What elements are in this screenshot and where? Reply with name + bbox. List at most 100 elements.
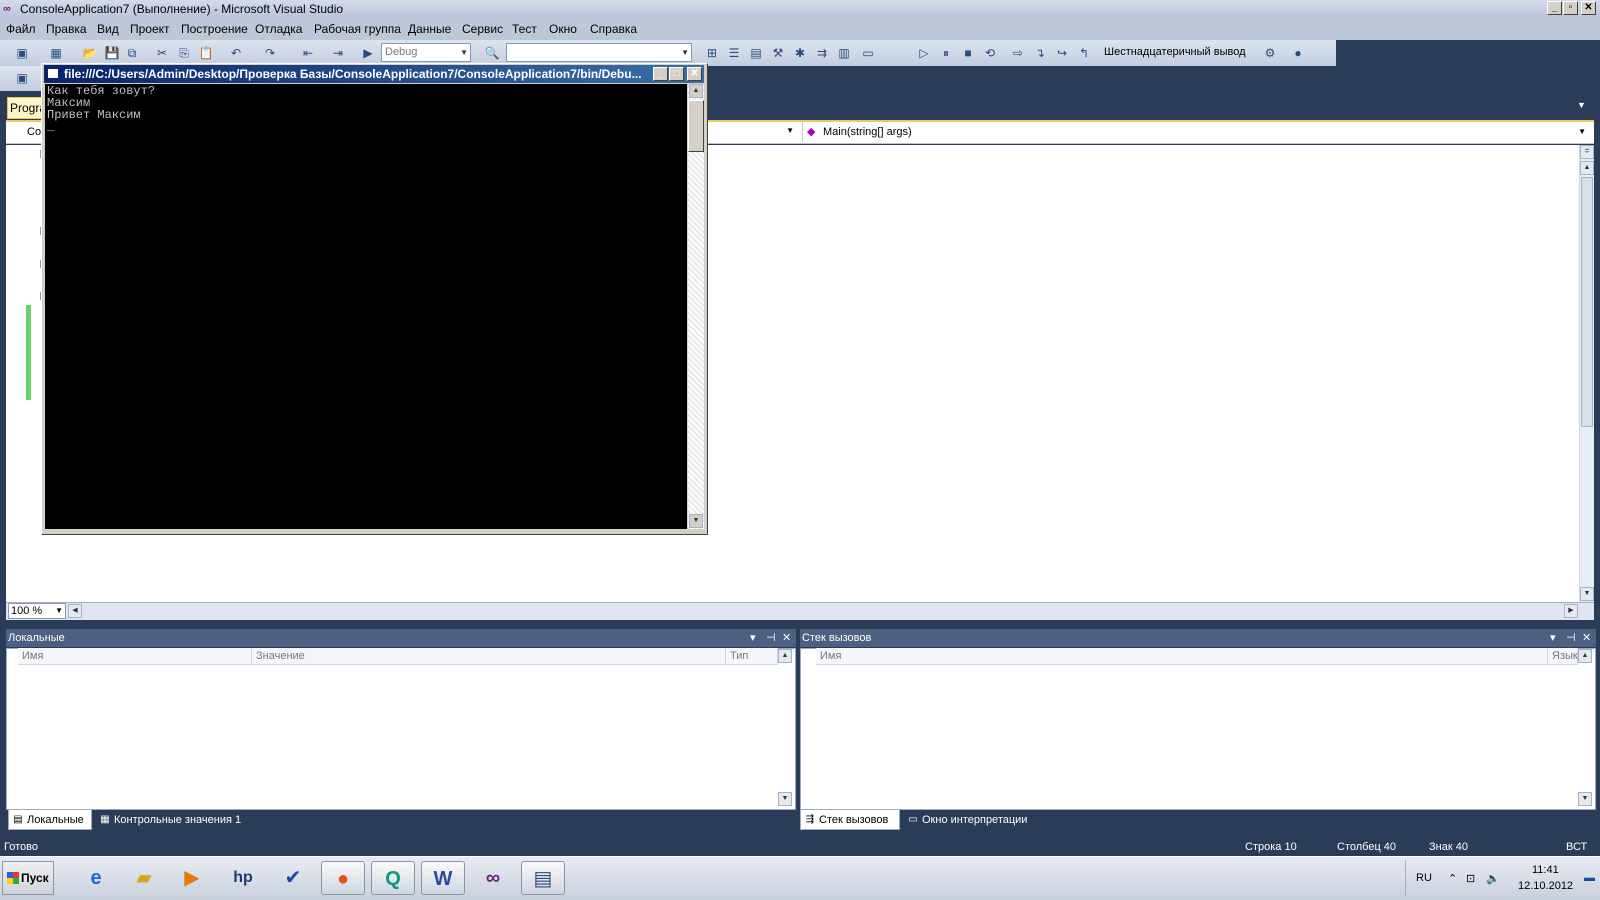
menu-edit[interactable]: Правка [46, 22, 87, 36]
save-icon[interactable]: 💾 [104, 45, 120, 61]
volume-icon[interactable]: 🔈 [1486, 872, 1500, 885]
show-desktop-icon[interactable]: ▬ [1584, 872, 1595, 884]
add-item-icon[interactable]: ▦ [48, 45, 64, 61]
menu-test[interactable]: Тест [512, 22, 537, 36]
open-icon[interactable]: 📂 [82, 45, 98, 61]
menu-project[interactable]: Проект [130, 22, 170, 36]
minimize-button[interactable]: _ [1547, 1, 1562, 15]
console-maximize-button[interactable]: □ [669, 67, 684, 81]
start-debug-icon[interactable]: ▶ [360, 45, 376, 61]
stop-debugging-icon[interactable]: ■ [960, 45, 976, 61]
menu-window[interactable]: Окно [549, 22, 577, 36]
toolbar-option-icon[interactable]: ▣ [14, 70, 30, 86]
save-all-icon[interactable]: ⧉ [124, 45, 140, 61]
type-dropdown-arrow[interactable]: ▼ [700, 122, 800, 142]
network-icon[interactable]: ⊡ [1466, 872, 1475, 885]
step-out-icon[interactable]: ↰ [1076, 45, 1092, 61]
tools-icon[interactable]: ✱ [792, 45, 808, 61]
console-app-icon[interactable]: ▤ [521, 861, 565, 895]
scroll-right-icon[interactable]: ▶ [1564, 604, 1578, 618]
solution-config-select[interactable]: Debug ▼ [381, 43, 471, 62]
menu-tools[interactable]: Сервис [462, 22, 503, 36]
scroll-thumb[interactable] [1581, 177, 1593, 427]
locals-grid[interactable] [6, 648, 796, 810]
command-window-icon[interactable]: ▭ [860, 45, 876, 61]
q-app-icon[interactable]: Q [371, 861, 415, 895]
scroll-down-icon[interactable]: ▼ [778, 792, 792, 806]
scroll-up-icon[interactable]: ▲ [1580, 161, 1594, 175]
scroll-up-icon[interactable]: ▲ [1578, 649, 1592, 663]
step-over-icon[interactable]: ↪ [1054, 45, 1070, 61]
visual-studio-icon[interactable]: ∞ [471, 861, 515, 895]
editor-vertical-scrollbar[interactable]: ≑ ▲ ▼ [1579, 145, 1594, 602]
tab-list-dropdown-icon[interactable]: ▼ [1577, 100, 1589, 112]
console-close-button[interactable]: ✕ [687, 67, 702, 81]
navigate-forward-icon[interactable]: ⇥ [330, 45, 346, 61]
find-combo[interactable]: ▼ [506, 43, 692, 62]
tasks-icon[interactable]: ✔ [271, 861, 315, 895]
object-browser-icon[interactable]: ▤ [748, 45, 764, 61]
word-icon[interactable]: W [421, 861, 465, 895]
menu-file[interactable]: Файл [6, 22, 36, 36]
undo-icon[interactable]: ↶ [228, 45, 244, 61]
break-all-icon[interactable]: ⏸ [938, 45, 954, 61]
start-button[interactable]: Пуск [2, 861, 54, 895]
restart-icon[interactable]: ⟲ [982, 45, 998, 61]
find-in-files-icon[interactable]: 🔍 [484, 45, 500, 61]
clock-time[interactable]: 11:41 [1532, 864, 1559, 876]
pin-icon[interactable]: ⊣ [1566, 629, 1576, 647]
tab-watch[interactable]: ▦ Контрольные значения 1 [96, 810, 274, 830]
hp-icon[interactable]: hp [221, 861, 265, 895]
clock-date[interactable]: 12.10.2012 [1518, 880, 1573, 892]
language-indicator[interactable]: RU [1416, 872, 1432, 884]
console-scroll-thumb[interactable] [688, 100, 704, 152]
menu-team[interactable]: Рабочая группа [314, 22, 401, 36]
console-minimize-button[interactable]: _ [653, 67, 668, 81]
tab-locals[interactable]: ▤ Локальные [8, 810, 92, 830]
console-title-bar[interactable]: file:///C:/Users/Admin/Desktop/Проверка … [44, 65, 704, 83]
maximize-button[interactable]: ▫ [1563, 1, 1578, 15]
redo-icon[interactable]: ↷ [262, 45, 278, 61]
continue-icon[interactable]: ▷ [916, 45, 932, 61]
pin-icon[interactable]: ⊣ [766, 629, 776, 647]
scroll-down-icon[interactable]: ▼ [1580, 587, 1594, 601]
ie-icon[interactable]: e [74, 861, 118, 895]
tab-callstack[interactable]: ⇶ Стек вызовов [800, 810, 900, 830]
media-player-icon[interactable]: ▶ [170, 861, 214, 895]
solution-explorer-icon[interactable]: ⊞ [704, 45, 720, 61]
show-hidden-icons-icon[interactable]: ⌃ [1448, 872, 1457, 885]
step-into-icon[interactable]: ↴ [1032, 45, 1048, 61]
breakpoints-icon[interactable]: ● [1290, 45, 1306, 61]
scroll-down-icon[interactable]: ▼ [1578, 792, 1592, 806]
member-dropdown[interactable]: ◆ Main(string[] args) ▼ [802, 122, 1592, 142]
type-dropdown[interactable]: Co [7, 122, 43, 142]
callstack-grid[interactable] [800, 648, 1596, 810]
callstack-col-language[interactable]: Язык [1548, 648, 1578, 665]
dropdown-icon[interactable]: ▾ [1550, 629, 1556, 647]
close-icon[interactable]: ✕ [782, 629, 791, 647]
export-icon[interactable]: ⇉ [814, 45, 830, 61]
split-icon[interactable]: ≑ [1580, 145, 1594, 159]
console-output[interactable]: Как тебя зовут? Максим Привет Максим _ [45, 84, 687, 529]
locals-col-value[interactable]: Значение [252, 648, 726, 665]
menu-view[interactable]: Вид [97, 22, 119, 36]
class-view-icon[interactable]: ▥ [836, 45, 852, 61]
dropdown-icon[interactable]: ▾ [750, 629, 756, 647]
locals-col-name[interactable]: Имя [18, 648, 252, 665]
hex-toggle-icon[interactable]: ⚙ [1262, 45, 1278, 61]
menu-debug[interactable]: Отладка [255, 22, 302, 36]
callstack-col-name[interactable]: Имя [816, 648, 1548, 665]
hex-display-button[interactable]: Шестнадцатеричный вывод [1104, 46, 1246, 58]
scroll-down-icon[interactable]: ▼ [689, 514, 703, 528]
horizontal-scroll-bar[interactable]: ◀ ▶ [6, 602, 1594, 620]
properties-icon[interactable]: ☰ [726, 45, 742, 61]
menu-data[interactable]: Данные [408, 22, 451, 36]
close-button[interactable]: ✕ [1581, 1, 1596, 15]
menu-build[interactable]: Построение [181, 22, 248, 36]
scroll-up-icon[interactable]: ▲ [778, 649, 792, 663]
paste-icon[interactable]: 📋 [198, 45, 214, 61]
scroll-left-icon[interactable]: ◀ [68, 604, 82, 618]
zoom-select[interactable]: 100 % ▼ [8, 603, 66, 619]
show-next-statement-icon[interactable]: ⇨ [1010, 45, 1026, 61]
close-icon[interactable]: ✕ [1582, 629, 1591, 647]
